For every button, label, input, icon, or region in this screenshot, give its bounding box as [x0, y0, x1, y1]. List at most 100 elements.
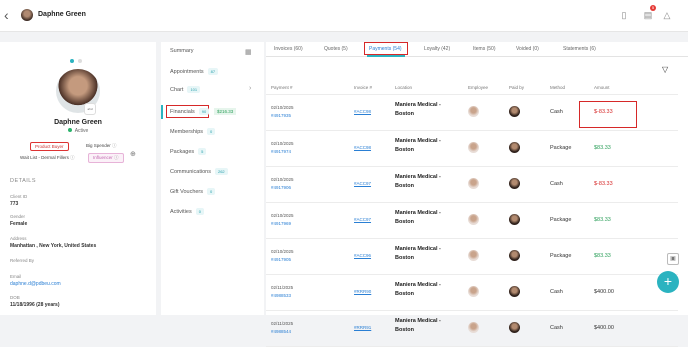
employee-avatar[interactable]	[468, 178, 479, 189]
payment-method: Cash	[550, 325, 563, 331]
invoice-link[interactable]: #ACC96	[354, 253, 371, 258]
nav-item-chart[interactable]: Chart 101	[170, 86, 201, 93]
payment-method: Package	[550, 145, 572, 151]
paid-by-avatar[interactable]	[509, 106, 520, 117]
invoice-link[interactable]: #ACC98	[354, 145, 371, 150]
count-badge: 262	[214, 168, 228, 175]
tab-statements[interactable]: Statements (6)	[563, 46, 596, 52]
payment-number[interactable]: #4917905	[271, 257, 291, 262]
info-icon: ⓘ	[70, 155, 75, 160]
paid-by-avatar[interactable]	[509, 214, 520, 225]
phone-icon[interactable]: ▯	[619, 9, 629, 21]
chevron-right-icon[interactable]: ›	[249, 85, 251, 92]
invoice-link[interactable]: #ACC98	[354, 109, 371, 114]
employee-avatar[interactable]	[468, 142, 479, 153]
column-header-paid-by: Paid by	[509, 85, 525, 90]
payment-number[interactable]: #4917974	[271, 149, 291, 154]
field-value-dob: 11/18/1996 (28 years)	[10, 302, 60, 308]
payment-method: Package	[550, 217, 572, 223]
image-icon[interactable]: ▣	[667, 253, 679, 265]
add-tag-icon[interactable]: ⊕	[130, 150, 136, 158]
paid-by-avatar[interactable]	[509, 322, 520, 333]
tab-voided[interactable]: Voided (0)	[516, 46, 539, 52]
location: Maniera Medical - Boston	[395, 246, 441, 261]
row-divider	[266, 238, 678, 239]
payment-method: Cash	[550, 289, 563, 295]
field-value-email[interactable]: daphne.d@pdbeu.com	[10, 281, 61, 287]
tag-wait-list[interactable]: Wait List - Dermal Fillers ⓘ	[16, 154, 79, 162]
nav-item-communications[interactable]: Communications 262	[170, 168, 228, 175]
warning-icon[interactable]: △	[662, 9, 672, 21]
amount-highlight	[579, 101, 637, 128]
payment-date: 02/10/2025	[271, 177, 294, 182]
tab-loyalty[interactable]: Loyalty (42)	[424, 46, 450, 52]
add-button[interactable]: +	[657, 271, 679, 293]
payment-number[interactable]: #4917935	[271, 113, 291, 118]
location: Maniera Medical - Boston	[395, 138, 441, 153]
employee-avatar[interactable]	[468, 106, 479, 117]
count-badge: 5	[198, 148, 207, 155]
field-label-client-id: Client ID	[10, 194, 28, 199]
employee-avatar[interactable]	[468, 250, 479, 261]
tab-items[interactable]: Items (50)	[473, 46, 496, 52]
count-badge: 90	[198, 108, 210, 115]
invoice-link[interactable]: #ACC97	[354, 181, 371, 186]
profile-photo-tag: ahd	[84, 103, 96, 115]
nav-item-summary[interactable]: Summary	[170, 48, 194, 54]
column-header-invoice: Invoice #	[354, 85, 373, 90]
field-label-referred-by: Referred By	[10, 258, 35, 263]
row-divider	[266, 166, 678, 167]
count-badge: 87	[207, 68, 219, 75]
tag-big-spender[interactable]: Big Spender ⓘ	[82, 142, 121, 150]
tab-bar: Invoices (60) Quotes (5) Payments (54) L…	[266, 42, 688, 57]
filter-icon[interactable]: ▽	[662, 65, 668, 74]
field-label-email: Email	[10, 274, 22, 279]
nav-item-memberships[interactable]: Memberships 0	[170, 128, 216, 135]
column-header-employee: Employee	[468, 85, 489, 90]
paid-by-avatar[interactable]	[509, 142, 520, 153]
payment-number[interactable]: #4917969	[271, 221, 291, 226]
payment-number[interactable]: #4917906	[271, 185, 291, 190]
nav-item-packages[interactable]: Packages 5	[170, 148, 207, 155]
column-header-location: Location	[395, 85, 413, 90]
payment-amount: $-83.33	[594, 181, 613, 187]
invoice-link[interactable]: #ACC97	[354, 217, 371, 222]
invoice-link[interactable]: #RRR91	[354, 325, 371, 330]
field-value-address: Manhattan , New York, United States	[10, 243, 97, 249]
payment-amount: $83.33	[594, 145, 611, 151]
payment-amount: $400.00	[594, 289, 614, 295]
paid-by-avatar[interactable]	[509, 250, 520, 261]
paid-by-avatar[interactable]	[509, 286, 520, 297]
back-arrow-icon[interactable]: ‹	[4, 7, 9, 23]
nav-item-gift-vouchers[interactable]: Gift Vouchers 0	[170, 188, 216, 195]
payment-number[interactable]: #4988533	[271, 293, 291, 298]
active-tab-underline	[367, 55, 405, 57]
tab-invoices[interactable]: Invoices (60)	[274, 46, 303, 52]
field-label-dob: DOB	[10, 295, 20, 300]
carousel-dots[interactable]	[70, 50, 86, 68]
nav-item-activities[interactable]: Activities 0	[170, 208, 204, 215]
tag-influencer[interactable]: Influencer ⓘ	[88, 153, 124, 163]
header-divider	[266, 94, 678, 95]
location: Maniera Medical - Boston	[395, 210, 441, 225]
invoice-link[interactable]: #RRR90	[354, 289, 371, 294]
employee-avatar[interactable]	[468, 286, 479, 297]
avatar[interactable]	[21, 9, 33, 21]
payment-date: 02/10/2025	[271, 141, 294, 146]
employee-avatar[interactable]	[468, 322, 479, 333]
payment-number[interactable]: #4988544	[271, 329, 291, 334]
tab-quotes[interactable]: Quotes (5)	[324, 46, 348, 52]
paid-by-avatar[interactable]	[509, 178, 520, 189]
status-badge: Active	[0, 128, 156, 134]
grid-icon[interactable]: ▦	[245, 48, 252, 56]
payment-date: 02/10/2025	[271, 213, 294, 218]
nav-item-appointments[interactable]: Appointments 87	[170, 68, 219, 75]
tag-product-buyer[interactable]: Product Buyer	[30, 142, 69, 151]
nav-item-financials[interactable]: Financials 90	[170, 108, 210, 115]
notification-badge: 5	[650, 5, 656, 11]
employee-avatar[interactable]	[468, 214, 479, 225]
location: Maniera Medical - Boston	[395, 174, 441, 189]
tab-payments[interactable]: Payments (54)	[369, 46, 402, 52]
field-label-address: Address	[10, 236, 27, 241]
location: Maniera Medical - Boston	[395, 318, 441, 333]
